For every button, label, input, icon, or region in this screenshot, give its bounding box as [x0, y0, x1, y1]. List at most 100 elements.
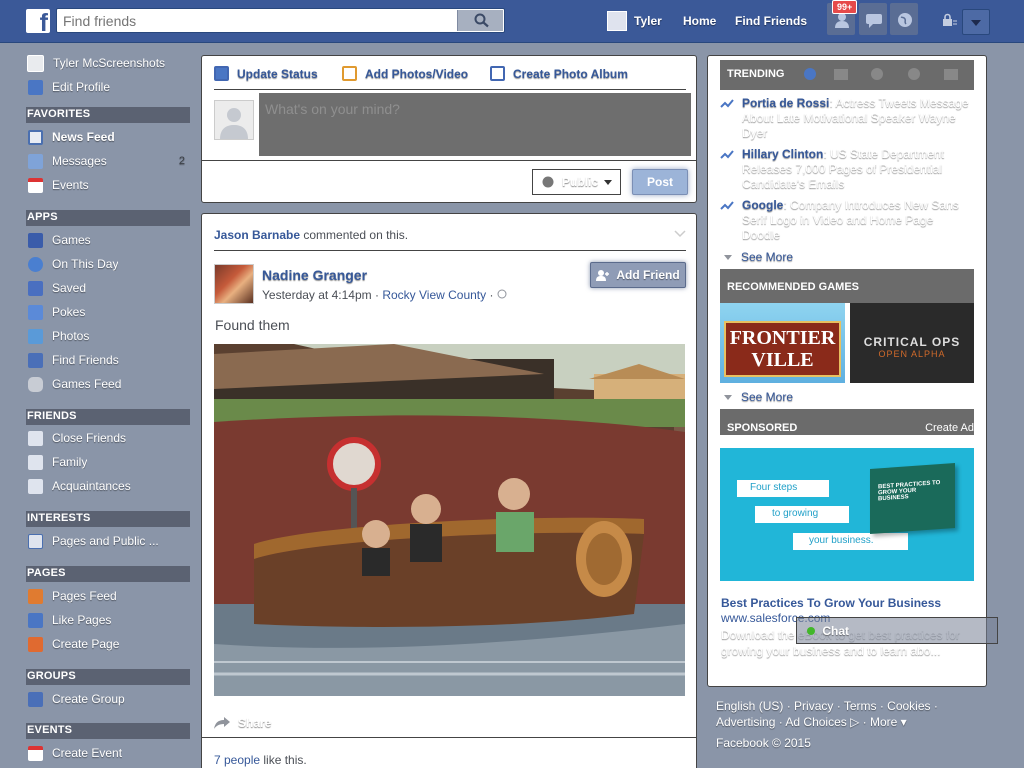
profile-avatar-icon	[27, 54, 44, 72]
trending-item[interactable]: Portia de Rossi: Actress Tweets Message …	[720, 96, 974, 141]
author-avatar[interactable]	[214, 264, 254, 304]
privacy-shortcuts-icon[interactable]	[942, 13, 958, 27]
chevron-down-icon	[604, 180, 613, 189]
create-group-icon	[28, 691, 43, 707]
sidebar-item-games-feed[interactable]: Games Feed	[26, 373, 190, 395]
game-frontierville[interactable]: FRONTIER VILLE	[720, 303, 845, 383]
chat-bar[interactable]: Chat	[796, 617, 998, 644]
sidebar-item-find-friends[interactable]: Find Friends	[26, 349, 190, 371]
story-timestamp[interactable]: Yesterday at 4:14pm	[262, 288, 372, 302]
find-friends-link[interactable]: Find Friends	[735, 14, 807, 28]
games-see-more[interactable]: See More	[724, 390, 793, 404]
sidebar-item-close-friends[interactable]: Close Friends	[26, 427, 190, 449]
family-icon	[28, 454, 43, 470]
story-location-link[interactable]: Rocky View County	[382, 288, 486, 302]
create-event-icon	[28, 745, 43, 761]
sidebar-item-photos[interactable]: Photos	[26, 325, 190, 347]
sidebar-item-create-event[interactable]: Create Event	[26, 742, 190, 764]
author-name-link[interactable]: Nadine Granger	[262, 267, 367, 283]
home-link[interactable]: Home	[683, 14, 716, 28]
trending-see-more[interactable]: See More	[724, 250, 793, 264]
trending-category-icons[interactable]	[802, 66, 967, 82]
sidebar-item-games[interactable]: Games	[26, 229, 190, 251]
likes-count-link[interactable]: 7 people	[214, 753, 260, 767]
sidebar-item-pages-public[interactable]: Pages and Public ...	[26, 530, 190, 552]
post-button[interactable]: Post	[632, 169, 688, 195]
tab-create-album[interactable]: Create Photo Album	[490, 66, 628, 81]
pages-icon	[28, 533, 43, 549]
status-input[interactable]: What's on your mind?	[259, 93, 691, 156]
notifications-button[interactable]	[889, 2, 919, 36]
sidebar-item-create-page[interactable]: Create Page	[26, 633, 190, 655]
sidebar-item-family[interactable]: Family	[26, 451, 190, 473]
page-footer: English (US) · Privacy · Terms · Cookies…	[716, 698, 986, 751]
globe-icon	[542, 176, 554, 188]
tab-add-photos[interactable]: Add Photos/Video	[342, 66, 468, 81]
privacy-selector[interactable]: Public	[532, 169, 621, 195]
sidebar-item-pages-feed[interactable]: Pages Feed	[26, 585, 190, 607]
trending-item[interactable]: Google: Company Introduces New Sans Seri…	[720, 198, 974, 243]
trending-arrow-icon	[720, 201, 734, 210]
footer-cookies-link[interactable]: Cookies	[887, 699, 930, 713]
footer-terms-link[interactable]: Terms	[844, 699, 877, 713]
add-friend-icon	[596, 270, 610, 281]
status-composer: Update Status Add Photos/Video Create Ph…	[201, 55, 697, 203]
events-header: EVENTS	[26, 723, 190, 739]
chevron-down-icon[interactable]	[674, 230, 686, 238]
search-icon	[474, 13, 489, 28]
footer-more-link[interactable]: More	[870, 715, 897, 729]
share-button[interactable]: Share	[214, 716, 271, 730]
feed-story: Jason Barnabe commented on this. Nadine …	[201, 213, 697, 768]
sidebar-item-on-this-day[interactable]: On This Day	[26, 253, 190, 275]
profile-nav-item[interactable]: Tyler McScreenshots	[26, 52, 190, 74]
sidebar-item-saved[interactable]: Saved	[26, 277, 190, 299]
footer-privacy-link[interactable]: Privacy	[794, 699, 833, 713]
edit-profile-link[interactable]: Edit Profile	[26, 76, 190, 98]
profile-link[interactable]: Tyler	[634, 14, 662, 28]
likes-summary: 7 people like this.	[214, 753, 307, 767]
sidebar-item-news-feed[interactable]: News Feed	[26, 126, 190, 148]
acquaintances-icon	[28, 478, 43, 494]
trending-arrow-icon	[720, 99, 734, 108]
friends-header: FRIENDS	[26, 409, 190, 425]
sidebar-item-create-group[interactable]: Create Group	[26, 688, 190, 710]
search-box	[56, 8, 505, 33]
context-actor-link[interactable]: Jason Barnabe	[214, 228, 300, 242]
game-critical-ops[interactable]: CRITICAL OPS OPEN ALPHA	[850, 303, 974, 383]
tab-update-status[interactable]: Update Status	[214, 66, 318, 81]
footer-ad-choices-link[interactable]: Ad Choices	[785, 715, 846, 729]
sponsored-ad-image[interactable]: Four steps to growing your business. BES…	[720, 448, 974, 581]
messages-button[interactable]	[858, 2, 888, 36]
calendar-icon	[28, 177, 43, 193]
games-icon	[28, 232, 43, 248]
story-text: Found them	[215, 317, 290, 333]
ad-title-link[interactable]: Best Practices To Grow Your Business	[721, 596, 941, 610]
footer-advertising-link[interactable]: Advertising	[716, 715, 775, 729]
divider	[202, 737, 696, 738]
search-input[interactable]	[63, 10, 463, 31]
add-friend-button[interactable]: Add Friend	[590, 262, 686, 288]
story-photo[interactable]	[214, 344, 685, 696]
sidebar-item-messages[interactable]: Messages 2	[26, 150, 190, 172]
interests-header: INTERESTS	[26, 511, 190, 527]
sidebar-item-like-pages[interactable]: Like Pages	[26, 609, 190, 631]
create-page-icon	[28, 636, 43, 652]
share-icon	[214, 717, 230, 729]
log-ride-photo	[214, 344, 685, 696]
account-menu-button[interactable]	[962, 9, 990, 35]
user-avatar[interactable]	[607, 11, 627, 31]
trending-arrow-icon	[720, 150, 734, 159]
sidebar-item-acquaintances[interactable]: Acquaintances	[26, 475, 190, 497]
left-navigation: Tyler McScreenshots Edit Profile FAVORIT…	[26, 52, 190, 768]
facebook-logo-icon[interactable]: f	[26, 9, 50, 33]
pencil-icon	[28, 79, 43, 95]
trending-item[interactable]: Hillary Clinton: US State Department Rel…	[720, 147, 974, 192]
sidebar-item-pokes[interactable]: Pokes	[26, 301, 190, 323]
gamepad-icon	[28, 376, 43, 392]
sidebar-item-events[interactable]: Events	[26, 174, 190, 196]
search-button[interactable]	[457, 10, 503, 31]
create-ad-link[interactable]: Create Ad	[925, 422, 974, 434]
messages-icon	[28, 153, 43, 169]
messages-icon	[866, 14, 882, 28]
footer-english-link[interactable]: English (US)	[716, 699, 783, 713]
